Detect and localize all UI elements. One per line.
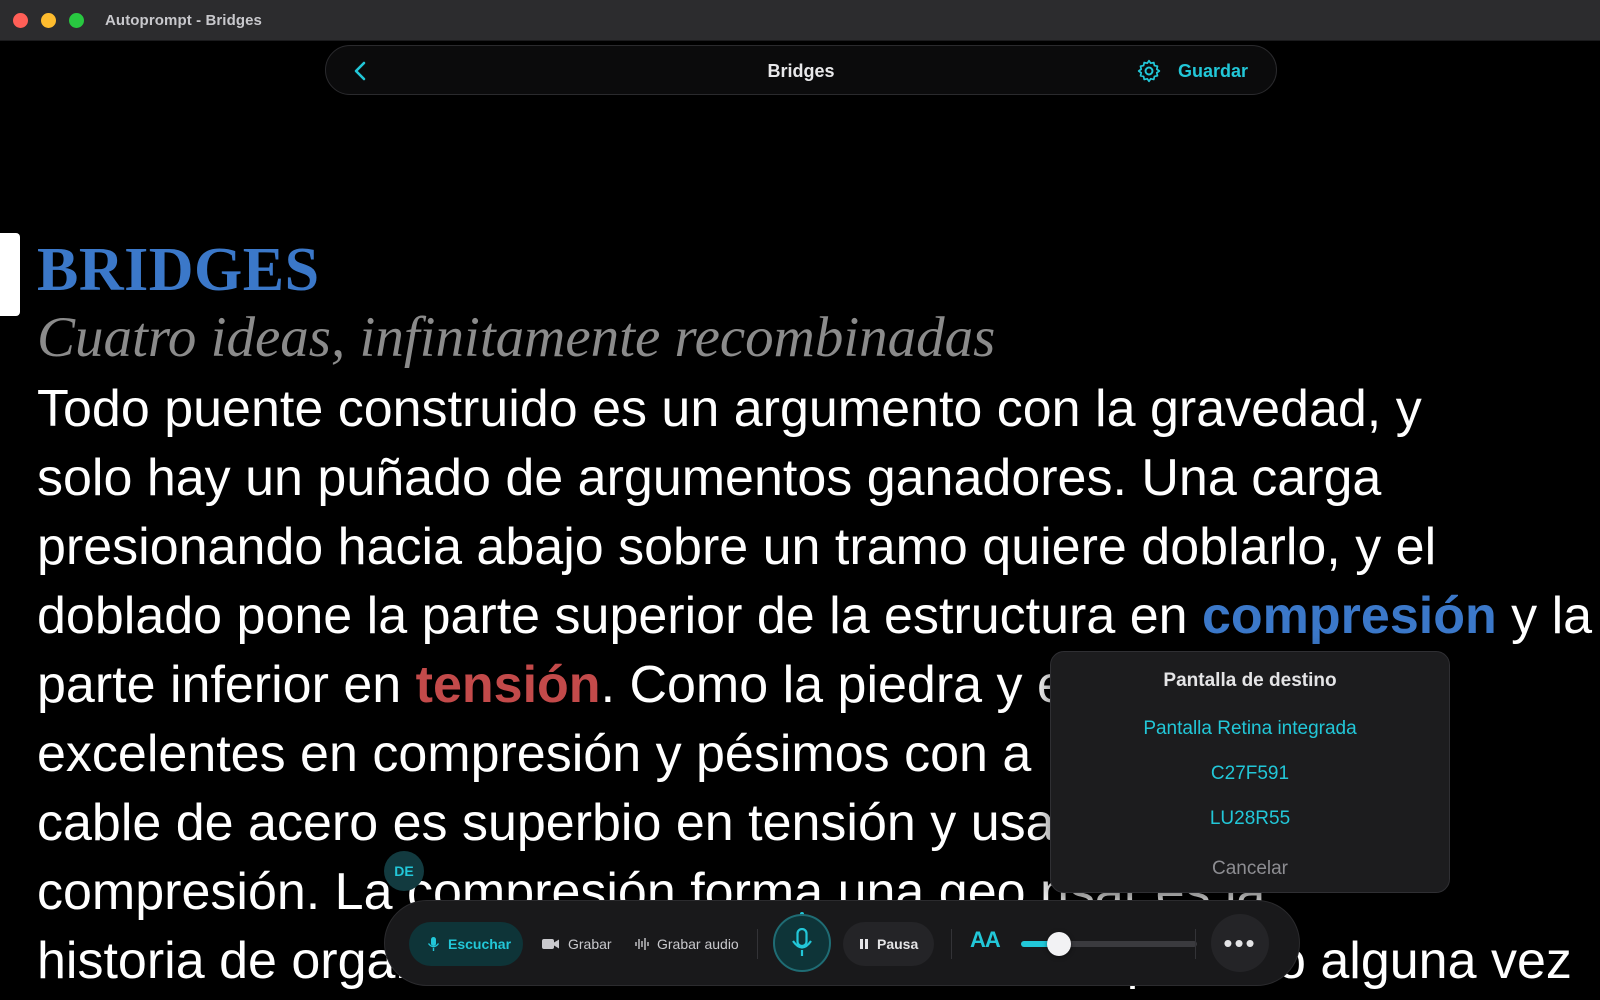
window-titlebar: Autoprompt - Bridges (0, 0, 1600, 41)
cancel-button[interactable]: Cancelar (1051, 858, 1449, 880)
microphone-icon (792, 928, 812, 956)
doc-subtitle: Cuatro ideas, infinitamente recombinadas (37, 306, 996, 369)
doc-line-5: parte inferior en tensión. Como la piedr… (37, 655, 1066, 715)
record-button[interactable]: Grabar (542, 922, 612, 966)
menu-title: Pantalla de destino (1163, 670, 1337, 691)
font-size-icon: AA (970, 927, 1001, 952)
top-navbar: Bridges Guardar (325, 45, 1277, 95)
listen-label: Escuchar (448, 936, 512, 952)
listen-button[interactable]: Escuchar (409, 922, 523, 966)
doc-text-segment: doblado pone la parte superior de la est… (37, 587, 1202, 645)
slider-thumb[interactable] (1046, 932, 1071, 956)
doc-line-6: excelentes en compresión y pésimos con a (37, 725, 1032, 783)
divider (951, 929, 952, 959)
doc-heading: BRIDGES (37, 236, 320, 304)
save-button[interactable]: Guardar (1178, 61, 1248, 82)
pause-icon (860, 939, 868, 949)
doc-line-3: presionando hacia abajo sobre un tramo q… (37, 518, 1437, 576)
close-window-button[interactable] (13, 13, 28, 28)
pause-label: Pausa (877, 936, 919, 952)
microphone-button[interactable] (773, 914, 831, 972)
screen-option-c27f591[interactable]: C27F591 (1051, 763, 1449, 785)
record-audio-label: Grabar audio (657, 936, 739, 952)
screen-option-retina[interactable]: Pantalla Retina integrada (1051, 718, 1449, 740)
pause-button[interactable]: Pausa (843, 922, 935, 966)
more-options-button[interactable]: ••• (1211, 914, 1269, 972)
window-title: Autoprompt - Bridges (105, 12, 262, 29)
video-camera-icon (542, 939, 559, 949)
ellipsis-icon: ••• (1223, 927, 1257, 958)
target-screen-menu: Pantalla de destino Pantalla Retina inte… (1050, 651, 1450, 893)
record-audio-button[interactable]: Grabar audio (635, 922, 739, 966)
highlight-compresion: compresión (1202, 587, 1497, 645)
settings-button[interactable] (1136, 58, 1162, 84)
doc-text-segment: parte inferior en (37, 656, 416, 714)
waveform-icon (635, 938, 649, 950)
divider (757, 929, 758, 959)
screen-option-lu28r55[interactable]: LU28R55 (1051, 808, 1449, 830)
document-title: Bridges (767, 61, 835, 81)
doc-line-4: doblado pone la parte superior de la est… (37, 586, 1592, 646)
microphone-icon (427, 937, 440, 951)
doc-line-2: solo hay un puñado de argumentos ganador… (37, 449, 1382, 507)
font-size-slider[interactable] (1021, 932, 1197, 956)
divider (1195, 929, 1196, 959)
scroll-position-marker[interactable] (0, 233, 20, 316)
doc-text-segment: y la (1496, 587, 1593, 645)
doc-line-7: cable de acero es superbio en tensión y … (37, 794, 1055, 852)
minimize-window-button[interactable] (41, 13, 56, 28)
doc-line-1: Todo puente construido es un argumento c… (37, 380, 1422, 438)
gear-icon (1137, 59, 1161, 83)
language-badge[interactable]: DE (384, 851, 424, 891)
doc-text-segment: . Como la piedra y e (600, 656, 1066, 714)
control-bar: Escuchar Grabar Grabar audio Pausa AA ••… (384, 900, 1300, 986)
highlight-tension: tensión (415, 656, 601, 714)
zoom-window-button[interactable] (69, 13, 84, 28)
record-label: Grabar (568, 936, 612, 952)
